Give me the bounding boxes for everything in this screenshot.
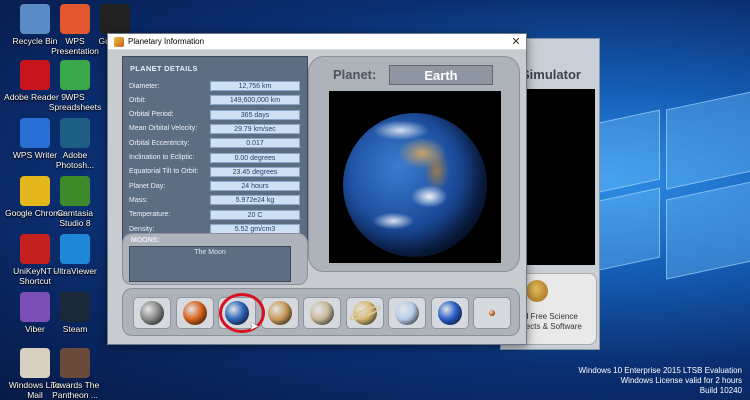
moons-panel: MOONS: The Moon: [122, 233, 308, 285]
planet-button-venus[interactable]: [175, 297, 214, 329]
guruged-icon: [100, 4, 130, 34]
planet-image: [329, 91, 501, 263]
detail-value: 0.017: [210, 138, 300, 149]
camtasia-icon: [60, 176, 90, 206]
detail-row: Diameter: 12,756 km: [129, 80, 303, 92]
planet-button-mercury[interactable]: [133, 297, 171, 329]
details-heading: PLANET DETAILS: [130, 64, 198, 73]
detail-row: Mean Orbital Velocity: 29.79 km/sec: [129, 123, 303, 135]
detail-row: Planet Day: 24 hours: [129, 180, 303, 192]
pantheon-game-icon: [60, 348, 90, 378]
detail-label: Orbital Period:: [129, 111, 174, 119]
desktop-icon-wps-spreadsheets[interactable]: WPS Spreadsheets: [44, 60, 106, 112]
watermark-line: Windows 10 Enterprise 2015 LTSB Evaluati…: [578, 366, 743, 375]
detail-row: Equatorial Tilt to Orbit: 23.45 degrees: [129, 166, 303, 178]
detail-label: Inclination to Ecliptic:: [129, 154, 195, 161]
planet-details-panel: PLANET DETAILS Diameter: 12,756 km Orbit: 1…: [122, 56, 308, 248]
desktop-icon-label: Camtasia Studio 8: [57, 208, 93, 228]
detail-value: 365 days: [210, 109, 300, 120]
planet-button-mars[interactable]: [260, 297, 299, 329]
detail-row: Orbit: 149,600,000 km: [129, 94, 303, 106]
title-bar[interactable]: Planetary Information ✕: [108, 34, 526, 50]
detail-label: Equatorial Tilt to Orbit:: [129, 168, 199, 176]
detail-row: Inclination to Ecliptic: 0.00 degrees: [129, 152, 303, 164]
app-icon: [114, 36, 124, 47]
planet-button-saturn[interactable]: [345, 297, 384, 329]
desktop-icon-label: WPS Spreadsheets: [48, 92, 102, 112]
planet-button-jupiter[interactable]: [303, 297, 341, 329]
detail-value: 29.79 km/sec: [210, 123, 300, 134]
desktop-icon-label: Adobe Photosh...: [55, 150, 95, 170]
detail-label: Orbital Eccentricity:: [129, 139, 190, 147]
desktop-icon-photoshop[interactable]: Adobe Photosh...: [44, 118, 106, 170]
simulator-promo-panel[interactable]: d Free Science jects & Software: [519, 273, 597, 345]
detail-value: 5.972e24 kg: [210, 195, 300, 206]
planet-button-pluto[interactable]: [473, 297, 511, 329]
windows-watermark: Windows 10 Enterprise 2015 LTSB Evaluati…: [579, 366, 743, 396]
detail-value: 0.00 degrees: [210, 152, 300, 163]
ultraviewer-icon: [60, 234, 90, 264]
photoshop-icon: [60, 118, 90, 148]
detail-row: Mass: 5.972e24 kg: [129, 194, 303, 206]
desktop-icon-label: Towards The Pantheon ...: [50, 380, 100, 400]
beam-pane: [666, 180, 750, 280]
window-title: Planetary Information: [128, 37, 205, 46]
planet-name: Earth: [389, 65, 493, 85]
mercury-icon: [140, 301, 164, 325]
detail-label: Mass:: [129, 196, 148, 204]
moon-item[interactable]: The Moon: [130, 249, 290, 256]
planetary-information-window[interactable]: Planetary Information ✕ PLANET DETAILS D…: [107, 33, 527, 345]
detail-label: Density:: [129, 225, 155, 233]
detail-value: 149,600,000 km: [210, 95, 300, 106]
promo-text: d Free Science jects & Software: [524, 312, 582, 331]
detail-value: 12,756 km: [210, 81, 300, 91]
saturn-icon: [526, 280, 548, 302]
wps-spreadsheets-icon: [60, 60, 90, 90]
detail-row: Temperature: 20 C: [129, 209, 303, 221]
pluto-icon: [489, 310, 495, 316]
neptune-icon: [437, 301, 462, 325]
desktop-icon-ultraviewer[interactable]: UltraViewer: [44, 234, 106, 276]
desktop-icon-pantheon-game[interactable]: Towards The Pantheon ...: [44, 348, 106, 400]
planet-button-neptune[interactable]: [430, 297, 469, 329]
planet-button-uranus[interactable]: [388, 297, 426, 329]
desktop-icon-camtasia[interactable]: Camtasia Studio 8: [44, 176, 106, 228]
moons-label: MOONS:: [131, 237, 160, 244]
detail-label: Temperature:: [129, 211, 171, 219]
earth-globe-icon: [343, 113, 487, 257]
simulator-title: Simulator: [521, 67, 581, 82]
desktop-icon-label: Steam: [62, 324, 88, 334]
uranus-icon: [395, 301, 419, 325]
desktop-icon-label: UltraViewer: [53, 266, 97, 276]
detail-label: Orbit:: [129, 96, 147, 104]
detail-value: 24 hours: [210, 181, 300, 192]
simulator-view: [523, 89, 595, 265]
watermark-line: Build 10240: [699, 386, 742, 395]
planet-view-panel: Planet: Earth: [308, 56, 520, 272]
jupiter-icon: [310, 301, 334, 325]
desktop-icon-steam[interactable]: Steam: [44, 292, 106, 334]
detail-row: Orbital Eccentricity: 0.017: [129, 137, 303, 149]
close-button[interactable]: ✕: [506, 35, 526, 48]
detail-label: Diameter:: [129, 82, 160, 90]
earth-icon: [225, 301, 249, 325]
detail-value: 20 C: [210, 209, 300, 220]
detail-label: Planet Day:: [129, 182, 166, 190]
beam-pane: [666, 90, 750, 190]
planet-selector-bar: ➤: [122, 288, 520, 336]
planet-label: Planet:: [333, 67, 377, 82]
detail-label: Mean Orbital Velocity:: [129, 125, 198, 133]
moons-list[interactable]: The Moon: [129, 246, 291, 282]
mouse-cursor-icon: ➤: [249, 319, 260, 333]
venus-icon: [182, 301, 207, 325]
detail-row: Orbital Period: 365 days: [129, 109, 303, 121]
mars-icon: [267, 301, 292, 325]
detail-value: 23.45 degrees: [210, 166, 300, 177]
steam-icon: [60, 292, 90, 322]
watermark-line: Windows License valid for 2 hours: [620, 376, 742, 385]
